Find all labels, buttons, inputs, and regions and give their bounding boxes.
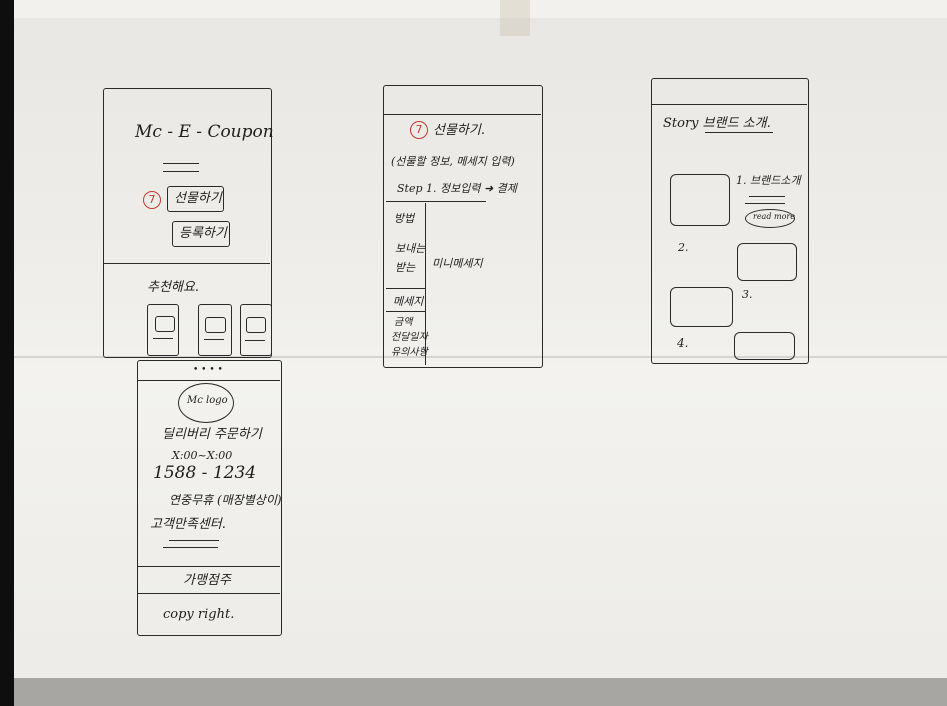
form-row-divider-2 <box>386 311 426 313</box>
black-edge <box>0 0 14 706</box>
gift-title: 선물하기. <box>433 123 485 138</box>
story-title: Story 브랜드 소개. <box>663 116 771 131</box>
step-indicator: Step 1. 정보입력 ➜ 결제 <box>397 182 517 195</box>
footer-logo-text: Mc logo <box>187 395 228 406</box>
home-underline-2 <box>163 171 199 173</box>
home-underline <box>163 163 199 165</box>
form-row-divider <box>386 288 426 290</box>
background-wall <box>14 0 947 18</box>
home-divider <box>104 263 270 265</box>
story-image-3 <box>670 287 733 327</box>
gift-subtitle: (선물할 정보, 메세지 입력) <box>391 155 515 168</box>
gift-badge: 7 <box>410 121 428 139</box>
footer-line-1 <box>169 540 219 542</box>
story-item-1-line <box>749 196 785 198</box>
register-button-label: 등록하기 <box>179 226 227 241</box>
story-image-4 <box>734 332 795 360</box>
delivery-text: 딜리버리 주문하기 <box>162 427 262 442</box>
tape <box>500 0 530 36</box>
register-button[interactable]: 등록하기 <box>172 221 230 247</box>
footer-line-2 <box>163 547 218 549</box>
form-row-method: 방법 <box>394 212 415 225</box>
footer-divider-3 <box>138 593 280 595</box>
gift-header-line <box>383 114 541 116</box>
card-3-line <box>245 340 265 342</box>
copyright-text: copy right. <box>163 607 235 622</box>
card-3-image <box>246 317 266 333</box>
phone-text: 1588 - 1234 <box>153 463 257 483</box>
footer-divider-2 <box>138 566 280 568</box>
message-column: 미니메세지 <box>432 257 483 270</box>
gift-button-label: 선물하기 <box>174 191 222 206</box>
card-1-image <box>155 316 175 332</box>
customer-center: 고객만족센터. <box>150 517 226 532</box>
story-item-4: 4. <box>677 336 689 350</box>
story-item-1-line-2 <box>745 203 785 205</box>
table-surface <box>14 678 947 706</box>
story-title-underline <box>705 132 773 134</box>
hours-note: 연중무휴 (매장별상이) <box>169 493 282 507</box>
story-item-3: 3. <box>742 288 753 301</box>
read-more-label: read more <box>753 212 795 221</box>
form-row-receiver: 받는 <box>395 261 416 274</box>
hours-text: X:00~X:00 <box>172 449 233 462</box>
form-row-amount: 금액 <box>394 317 413 328</box>
step-underline <box>386 201 486 203</box>
card-2-image <box>205 317 226 333</box>
footer-divider-1 <box>137 380 280 382</box>
story-image-2 <box>737 243 797 281</box>
form-row-sender: 보내는 <box>395 242 426 255</box>
form-row-notice: 유의사항 <box>391 347 428 358</box>
recommend-label: 추천해요. <box>147 280 199 295</box>
card-1-line <box>153 338 173 340</box>
franchise-text: 가맹점주 <box>183 573 231 588</box>
card-2-line <box>204 339 224 341</box>
story-image-1 <box>670 174 730 226</box>
gift-button[interactable]: 선물하기 <box>167 186 224 212</box>
read-more-button[interactable]: read more <box>745 209 795 228</box>
carousel-dots: • • • • <box>193 365 223 375</box>
form-row-message: 메세지 <box>393 295 424 308</box>
badge-circle: 7 <box>143 191 161 209</box>
story-item-2: 2. <box>678 241 689 254</box>
home-title: Mc - E - Coupon <box>135 122 274 142</box>
story-item-1: 1. 브랜드소개 <box>736 174 801 187</box>
story-header-line <box>651 104 807 106</box>
form-row-date: 전달일자 <box>391 332 428 343</box>
